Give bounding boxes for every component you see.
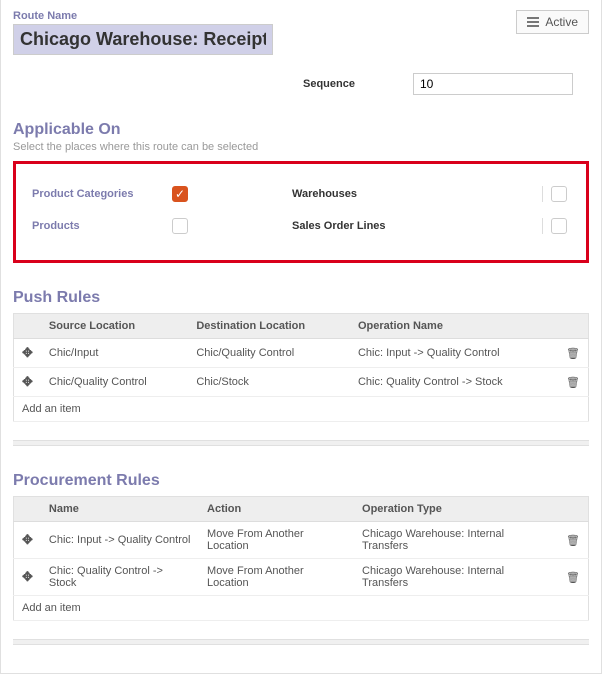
push-source-cell: Chic/Input [41, 339, 188, 368]
sequence-input[interactable] [413, 73, 573, 95]
push-destination-cell: Chic/Quality Control [188, 339, 350, 368]
procurement-rules-table: Name Action Operation Type ✥ Chic: Input… [13, 496, 589, 621]
proc-col-operation[interactable]: Operation Type [354, 497, 558, 522]
applicable-on-box: Product Categories ✓ Products Warehouses… [13, 161, 589, 263]
procurement-rules-title: Procurement Rules [13, 472, 589, 490]
push-rules-table: Source Location Destination Location Ope… [13, 313, 589, 422]
push-destination-cell: Chic/Stock [188, 368, 350, 397]
applicable-on-title: Applicable On [13, 121, 589, 139]
trash-icon[interactable]: 🗑 [558, 559, 588, 596]
table-row[interactable]: ✥ Chic: Quality Control -> Stock Move Fr… [14, 559, 589, 596]
proc-action-cell: Move From Another Location [199, 522, 354, 559]
push-operation-cell: Chic: Quality Control -> Stock [350, 368, 558, 397]
proc-name-cell: Chic: Quality Control -> Stock [41, 559, 199, 596]
drag-handle-icon[interactable]: ✥ [14, 368, 41, 397]
proc-operation-cell: Chicago Warehouse: Internal Transfers [354, 522, 558, 559]
push-add-item[interactable]: Add an item [14, 397, 589, 422]
trash-icon[interactable]: 🗑 [558, 522, 588, 559]
drag-handle-icon[interactable]: ✥ [14, 339, 41, 368]
warehouses-label: Warehouses [292, 188, 422, 200]
proc-name-cell: Chic: Input -> Quality Control [41, 522, 199, 559]
sequence-label: Sequence [303, 78, 413, 90]
section-divider [13, 440, 589, 446]
push-source-cell: Chic/Quality Control [41, 368, 188, 397]
trash-icon[interactable]: 🗑 [558, 368, 588, 397]
product-categories-label: Product Categories [32, 188, 172, 200]
active-button[interactable]: Active [516, 10, 589, 34]
table-row[interactable]: ✥ Chic/Input Chic/Quality Control Chic: … [14, 339, 589, 368]
products-checkbox[interactable] [172, 218, 188, 234]
table-row[interactable]: ✥ Chic/Quality Control Chic/Stock Chic: … [14, 368, 589, 397]
proc-action-cell: Move From Another Location [199, 559, 354, 596]
push-col-source[interactable]: Source Location [41, 314, 188, 339]
procurement-add-item[interactable]: Add an item [14, 596, 589, 621]
sales-order-lines-label: Sales Order Lines [292, 220, 422, 232]
applicable-on-help: Select the places where this route can b… [13, 141, 589, 153]
drag-handle-icon[interactable]: ✥ [14, 522, 41, 559]
section-divider [13, 639, 589, 645]
push-col-destination[interactable]: Destination Location [188, 314, 350, 339]
warehouses-checkbox[interactable] [551, 186, 567, 202]
sales-order-lines-checkbox[interactable] [551, 218, 567, 234]
route-name-label: Route Name [13, 10, 516, 22]
push-operation-cell: Chic: Input -> Quality Control [350, 339, 558, 368]
active-label: Active [545, 15, 578, 29]
table-row[interactable]: ✥ Chic: Input -> Quality Control Move Fr… [14, 522, 589, 559]
products-label: Products [32, 220, 172, 232]
push-col-operation[interactable]: Operation Name [350, 314, 558, 339]
route-name-input[interactable] [13, 24, 273, 55]
push-rules-title: Push Rules [13, 289, 589, 307]
proc-operation-cell: Chicago Warehouse: Internal Transfers [354, 559, 558, 596]
drag-handle-icon[interactable]: ✥ [14, 559, 41, 596]
proc-col-name[interactable]: Name [41, 497, 199, 522]
proc-col-action[interactable]: Action [199, 497, 354, 522]
trash-icon[interactable]: 🗑 [558, 339, 588, 368]
product-categories-checkbox[interactable]: ✓ [172, 186, 188, 202]
menu-icon [527, 17, 539, 27]
